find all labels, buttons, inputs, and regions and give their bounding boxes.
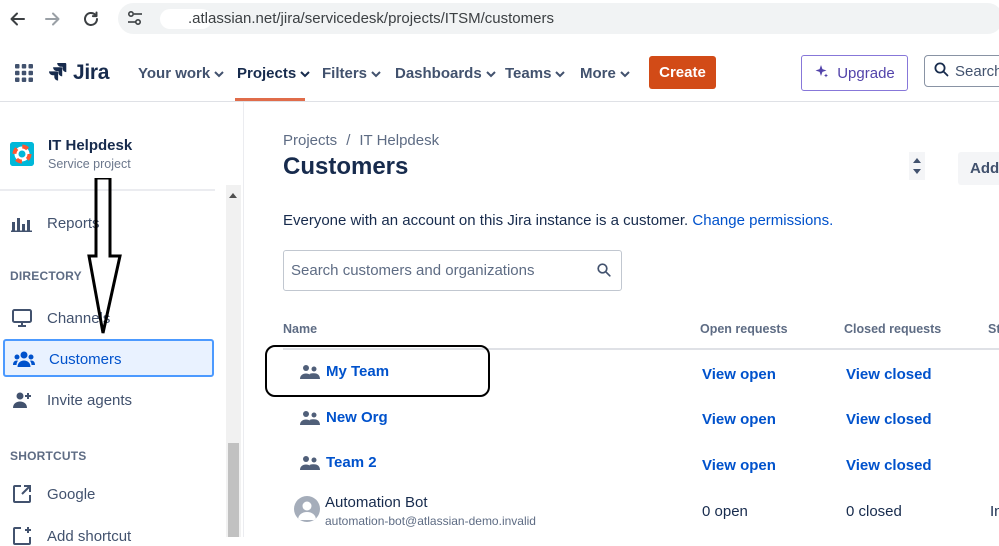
search-icon[interactable] [597, 263, 611, 282]
sidebar-item-label: Add shortcut [47, 527, 132, 545]
global-search-label: Search [955, 62, 999, 80]
scroll-up-arrow-icon[interactable] [229, 193, 237, 198]
address-bar[interactable]: .atlassian.net/jira/servicedesk/projects… [118, 3, 999, 34]
breadcrumb-it-helpdesk[interactable]: IT Helpdesk [359, 132, 439, 149]
annotation-arrow-icon [87, 178, 122, 334]
nav-more[interactable]: More [580, 65, 630, 82]
organization-name[interactable]: New Org [326, 409, 388, 426]
nav-active-indicator [235, 98, 305, 101]
change-permissions-link[interactable]: Change permissions. [692, 212, 833, 229]
app-switcher-icon[interactable] [15, 64, 33, 87]
project-type: Service project [48, 157, 131, 171]
chart-icon [10, 216, 34, 232]
people-icon [299, 410, 321, 426]
table-row-new-org[interactable]: New Org [299, 409, 388, 426]
column-header-name[interactable]: Name [283, 322, 317, 336]
sidebar-scrollbar[interactable] [226, 185, 241, 537]
chevron-down-icon [371, 65, 381, 82]
sidebar-item-add-shortcut[interactable]: Add shortcut [10, 526, 131, 546]
customer-status: In [990, 503, 999, 520]
nav-filters[interactable]: Filters [322, 65, 381, 82]
people-icon [299, 455, 321, 471]
create-button[interactable]: Create [649, 56, 716, 89]
view-open-link[interactable]: View open [702, 366, 776, 383]
forward-arrow-icon[interactable] [42, 8, 64, 30]
view-closed-link[interactable]: View closed [846, 457, 932, 474]
directory-heading: DIRECTORY [10, 269, 82, 283]
view-closed-link[interactable]: View closed [846, 366, 932, 383]
customer-name[interactable]: Automation Bot [325, 494, 428, 511]
shortcuts-heading: SHORTCUTS [10, 449, 87, 463]
project-name[interactable]: IT Helpdesk [48, 137, 132, 154]
chevron-down-icon [620, 65, 630, 82]
jira-logo-text: Jira [73, 61, 110, 84]
chevron-down-icon [300, 65, 310, 82]
nav-teams-label: Teams [505, 65, 552, 82]
add-customers-button[interactable]: Add [958, 152, 999, 185]
nav-teams[interactable]: Teams [505, 65, 566, 82]
sidebar-item-customers[interactable]: Customers [3, 339, 214, 377]
column-header-status[interactable]: St [988, 322, 999, 336]
avatar [294, 496, 320, 522]
back-arrow-icon[interactable] [6, 8, 28, 30]
nav-projects[interactable]: Projects [237, 65, 310, 82]
chevron-down-icon [555, 65, 566, 82]
open-count: 0 open [702, 503, 748, 520]
reload-icon[interactable] [80, 8, 102, 30]
add-person-icon [10, 391, 34, 409]
breadcrumb: Projects / IT Helpdesk [283, 132, 439, 149]
sidebar-item-google[interactable]: Google [10, 484, 95, 504]
column-header-closed-requests[interactable]: Closed requests [844, 322, 941, 336]
page-title: Customers [283, 153, 409, 180]
annotation-highlight-box [265, 345, 490, 397]
nav-filters-label: Filters [322, 65, 368, 82]
browser-toolbar: .atlassian.net/jira/servicedesk/projects… [0, 0, 999, 38]
view-closed-link[interactable]: View closed [846, 411, 932, 428]
scrollbar-thumb[interactable] [228, 443, 239, 537]
nav-projects-label: Projects [237, 65, 297, 82]
sidebar-item-invite-agents[interactable]: Invite agents [10, 391, 132, 409]
sparkle-icon [814, 64, 829, 83]
breadcrumb-projects[interactable]: Projects [283, 132, 337, 149]
sidebar-item-label: Google [47, 485, 96, 503]
chevron-down-icon [485, 65, 496, 82]
breadcrumb-separator: / [346, 132, 351, 149]
scroll-spinner-icon[interactable] [909, 152, 925, 180]
sidebar-item-label: Invite agents [47, 391, 133, 409]
customer-search-input[interactable] [291, 262, 581, 279]
customers-description: Everyone with an account on this Jira in… [283, 212, 833, 229]
add-icon [10, 526, 34, 546]
jira-logo[interactable]: Jira [48, 61, 109, 85]
view-open-link[interactable]: View open [702, 411, 776, 428]
search-icon [934, 62, 949, 81]
jira-logo-icon [49, 63, 67, 81]
column-header-open-requests[interactable]: Open requests [700, 322, 788, 336]
external-link-icon [10, 484, 34, 504]
view-open-link[interactable]: View open [702, 457, 776, 474]
chevron-down-icon [214, 65, 224, 82]
site-settings-icon[interactable] [126, 10, 144, 31]
global-search[interactable]: Search [924, 55, 999, 87]
upgrade-label: Upgrade [837, 64, 895, 82]
customer-search-field[interactable] [283, 250, 622, 291]
upgrade-button[interactable]: Upgrade [801, 55, 908, 91]
customer-email: automation-bot@atlassian-demo.invalid [325, 514, 536, 528]
people-icon [12, 350, 36, 368]
table-row-team-2[interactable]: Team 2 [299, 454, 377, 471]
project-avatar-icon [10, 142, 34, 166]
monitor-icon [10, 308, 34, 328]
url-text: .atlassian.net/jira/servicedesk/projects… [188, 10, 554, 27]
nav-your-work-label: Your work [138, 65, 211, 82]
nav-dashboards[interactable]: Dashboards [395, 65, 496, 82]
nav-more-label: More [580, 65, 616, 82]
main-content: Projects / IT Helpdesk Customers Add Every… [244, 102, 999, 537]
description-text: Everyone with an account on this Jira in… [283, 212, 689, 229]
nav-your-work[interactable]: Your work [138, 65, 224, 82]
closed-count: 0 closed [846, 503, 902, 520]
nav-dashboards-label: Dashboards [395, 65, 482, 82]
sidebar-item-label: Customers [49, 350, 122, 368]
organization-name[interactable]: Team 2 [326, 454, 377, 471]
